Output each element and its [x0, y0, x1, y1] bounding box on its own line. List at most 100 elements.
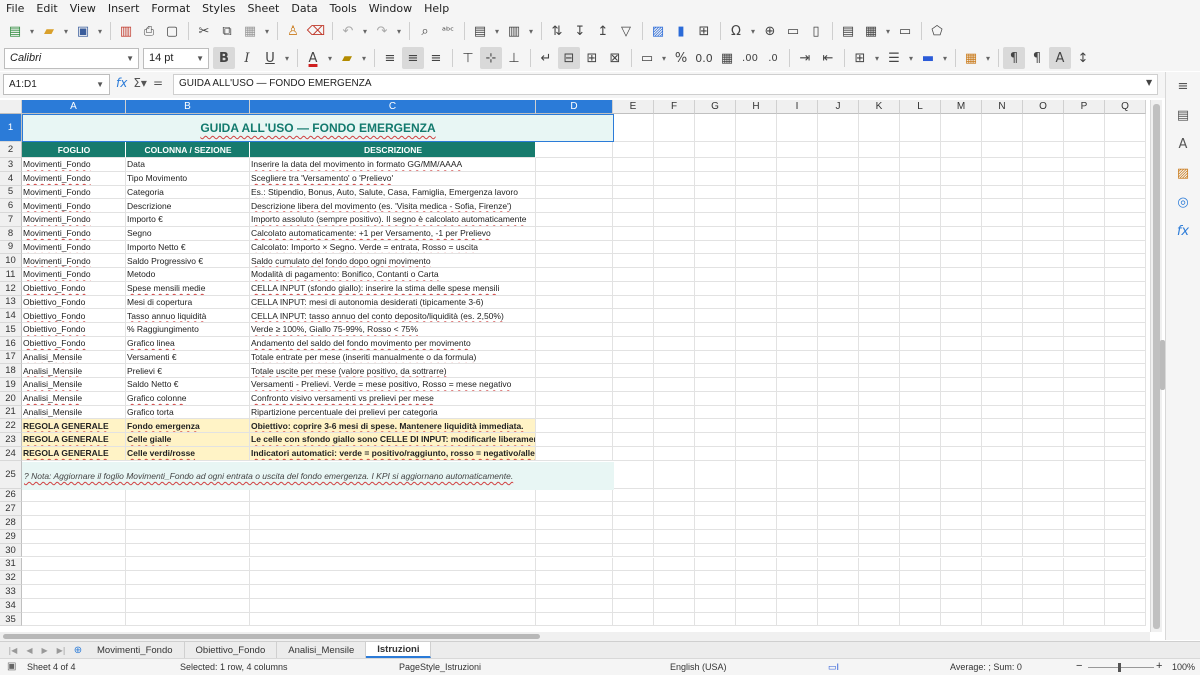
empty-cell[interactable]: [900, 199, 941, 213]
date-format-icon[interactable]: ▦: [716, 47, 738, 69]
empty-cell[interactable]: [982, 433, 1023, 447]
empty-cell[interactable]: [1023, 598, 1064, 613]
empty-cell[interactable]: [22, 585, 126, 599]
empty-cell[interactable]: [941, 378, 982, 392]
empty-cell[interactable]: [900, 281, 941, 296]
empty-cell[interactable]: [941, 185, 982, 200]
empty-cell[interactable]: [941, 309, 982, 323]
table-cell[interactable]: Andamento del saldo del fondo movimento …: [250, 336, 536, 351]
column-header-h[interactable]: H: [736, 100, 777, 114]
row-header[interactable]: 35: [0, 612, 22, 627]
empty-cell[interactable]: [695, 199, 736, 213]
empty-cell[interactable]: [22, 543, 126, 558]
find-replace-icon[interactable]: ⌕: [414, 20, 436, 42]
empty-cell[interactable]: [859, 364, 900, 378]
save-dropdown-icon[interactable]: ▾: [95, 20, 105, 42]
empty-cell[interactable]: [818, 171, 859, 186]
table-cell[interactable]: Data: [126, 158, 250, 172]
empty-cell[interactable]: [777, 268, 818, 282]
empty-cell[interactable]: [1105, 488, 1146, 503]
empty-cell[interactable]: [941, 268, 982, 282]
border-style-icon[interactable]: ☰: [883, 47, 905, 69]
empty-cell[interactable]: [736, 240, 777, 255]
empty-cell[interactable]: [941, 158, 982, 172]
empty-cell[interactable]: [1023, 295, 1064, 310]
empty-cell[interactable]: [941, 240, 982, 255]
table-cell[interactable]: Es.: Stipendio, Bonus, Auto, Salute, Cas…: [250, 185, 536, 200]
empty-cell[interactable]: [777, 336, 818, 351]
empty-cell[interactable]: [1023, 364, 1064, 378]
empty-cell[interactable]: [736, 598, 777, 613]
empty-cell[interactable]: [859, 488, 900, 503]
empty-cell[interactable]: [736, 391, 777, 406]
currency-dropdown-icon[interactable]: ▾: [659, 47, 669, 69]
tab-analisi-mensile[interactable]: Analisi_Mensile: [277, 642, 367, 658]
row-header[interactable]: 31: [0, 557, 22, 572]
empty-cell[interactable]: [1105, 323, 1146, 337]
empty-cell[interactable]: [695, 557, 736, 572]
empty-cell[interactable]: [982, 171, 1023, 186]
table-cell[interactable]: Metodo: [126, 268, 250, 282]
empty-cell[interactable]: [736, 281, 777, 296]
empty-cell[interactable]: [695, 571, 736, 586]
empty-cell[interactable]: [941, 199, 982, 213]
empty-cell[interactable]: [1105, 114, 1146, 142]
navigator-icon[interactable]: ◎: [1173, 192, 1193, 212]
empty-cell[interactable]: [941, 488, 982, 503]
empty-cell[interactable]: [777, 323, 818, 337]
align-right-icon[interactable]: ≡: [425, 47, 447, 69]
empty-cell[interactable]: [1023, 114, 1064, 142]
empty-cell[interactable]: [250, 585, 536, 599]
empty-cell[interactable]: [1064, 488, 1105, 503]
save-icon[interactable]: ▣: [72, 20, 94, 42]
tab-istruzioni[interactable]: Istruzioni: [366, 642, 432, 658]
empty-cell[interactable]: [126, 612, 250, 627]
empty-cell[interactable]: [982, 543, 1023, 558]
column-header-k[interactable]: K: [859, 100, 900, 114]
empty-cell[interactable]: [1105, 405, 1146, 420]
empty-cell[interactable]: [613, 405, 654, 420]
empty-cell[interactable]: [654, 185, 695, 200]
first-sheet-icon[interactable]: |◀: [8, 646, 17, 655]
row-header[interactable]: 26: [0, 488, 22, 503]
select-all-corner[interactable]: [0, 100, 22, 114]
empty-cell[interactable]: [900, 350, 941, 365]
empty-cell[interactable]: [818, 240, 859, 255]
table-cell[interactable]: Ripartizione percentuale dei prelievi pe…: [250, 405, 536, 420]
new-document-icon[interactable]: ▤: [4, 20, 26, 42]
empty-cell[interactable]: [900, 529, 941, 544]
empty-cell[interactable]: [818, 433, 859, 447]
autofilter-icon[interactable]: ▽: [615, 20, 637, 42]
empty-cell[interactable]: [1105, 213, 1146, 227]
unmerge-cells-icon[interactable]: ⊠: [604, 47, 626, 69]
empty-cell[interactable]: [1064, 585, 1105, 599]
empty-cell[interactable]: [613, 240, 654, 255]
menu-edit[interactable]: Edit: [30, 0, 63, 17]
tab-movimenti-fondo[interactable]: Movimenti_Fondo: [86, 642, 185, 658]
row-header[interactable]: 4: [0, 171, 22, 186]
empty-cell[interactable]: [695, 281, 736, 296]
menu-data[interactable]: Data: [285, 0, 323, 17]
empty-cell[interactable]: [536, 516, 613, 530]
sort-icon[interactable]: ⇅: [546, 20, 568, 42]
empty-cell[interactable]: [941, 254, 982, 268]
empty-cell[interactable]: [613, 323, 654, 337]
text-direction-vertical-icon[interactable]: ↕: [1072, 47, 1094, 69]
table-cell[interactable]: Totale entrate per mese (inseriti manual…: [250, 350, 536, 365]
empty-cell[interactable]: [941, 543, 982, 558]
row-header[interactable]: 34: [0, 598, 22, 613]
empty-cell[interactable]: [250, 516, 536, 530]
empty-cell[interactable]: [900, 598, 941, 613]
empty-cell[interactable]: [654, 557, 695, 572]
empty-cell[interactable]: [695, 336, 736, 351]
empty-cell[interactable]: [818, 488, 859, 503]
table-cell[interactable]: Scegliere tra 'Versamento' o 'Prelievo': [250, 171, 536, 186]
empty-cell[interactable]: [777, 502, 818, 517]
empty-cell[interactable]: [777, 350, 818, 365]
empty-cell[interactable]: [695, 171, 736, 186]
last-sheet-icon[interactable]: ▶|: [57, 646, 66, 655]
empty-cell[interactable]: [654, 364, 695, 378]
empty-cell[interactable]: [1105, 543, 1146, 558]
empty-cell[interactable]: [1023, 612, 1064, 627]
empty-cell[interactable]: [1064, 460, 1105, 489]
